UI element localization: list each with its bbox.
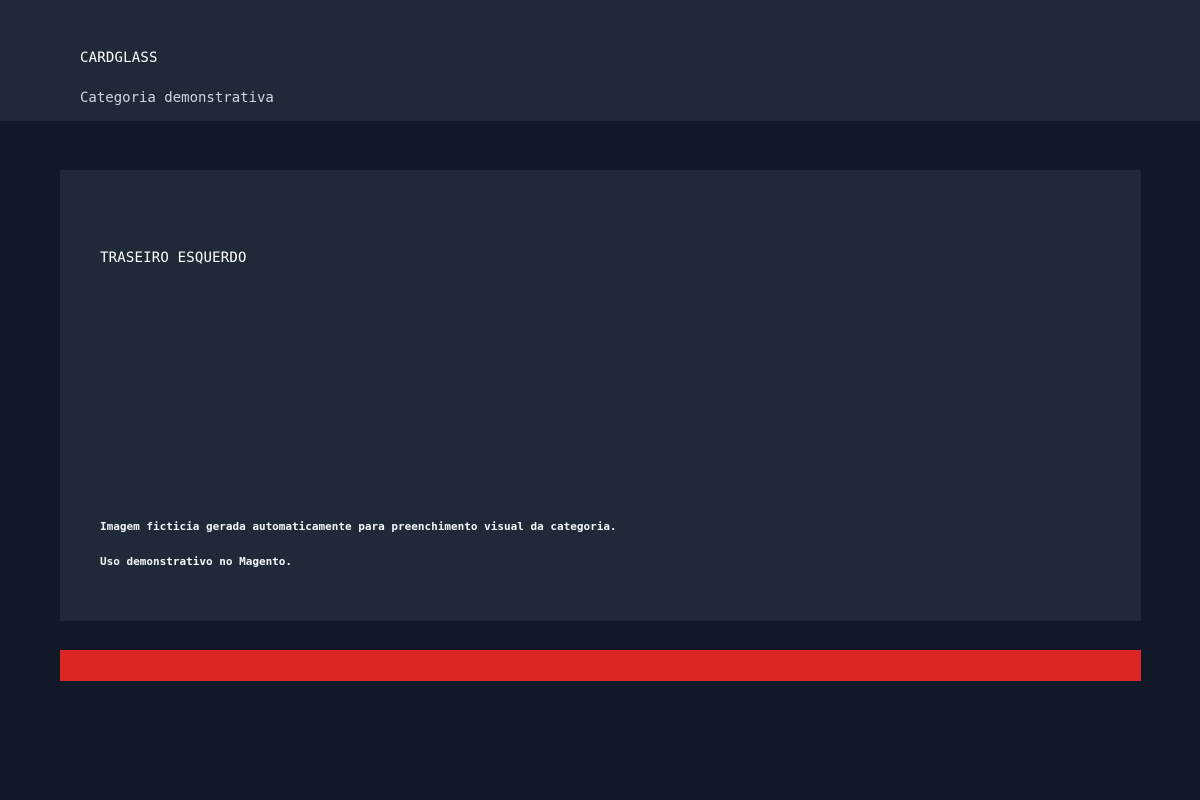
- accent-bar: [60, 650, 1141, 681]
- brand-name: CARDGLASS: [80, 50, 158, 66]
- page-header: CARDGLASS Categoria demonstrativa: [0, 0, 1200, 121]
- card-note-2: Uso demonstrativo no Magento.: [100, 555, 293, 568]
- card-title: TRASEIRO ESQUERDO: [100, 250, 247, 266]
- card-note-1: Imagem ficticia gerada automaticamente p…: [100, 520, 617, 533]
- placeholder-card: TRASEIRO ESQUERDO Imagem ficticia gerada…: [60, 170, 1141, 621]
- category-subtitle: Categoria demonstrativa: [80, 90, 274, 106]
